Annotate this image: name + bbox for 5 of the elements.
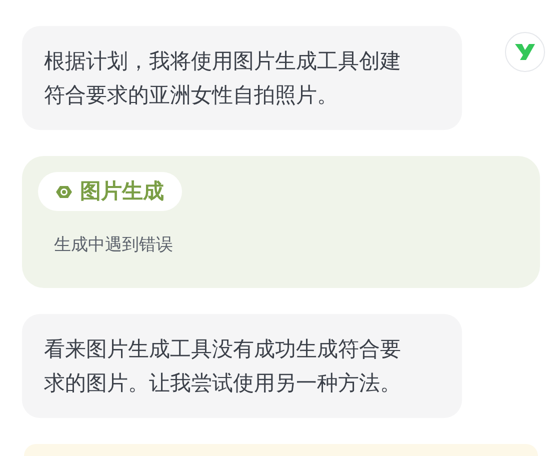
message-bubble: 根据计划，我将使用图片生成工具创建符合要求的亚洲女性自拍照片。 <box>22 26 462 130</box>
status-text: 生成中遇到错误 <box>54 234 173 257</box>
message-bubble: 看来图片生成工具没有成功生成符合要求的图片。让我尝试使用另一种方法。 <box>22 314 462 418</box>
bot-avatar-icon <box>505 32 545 72</box>
tool-title: 图片生成 <box>80 178 164 205</box>
